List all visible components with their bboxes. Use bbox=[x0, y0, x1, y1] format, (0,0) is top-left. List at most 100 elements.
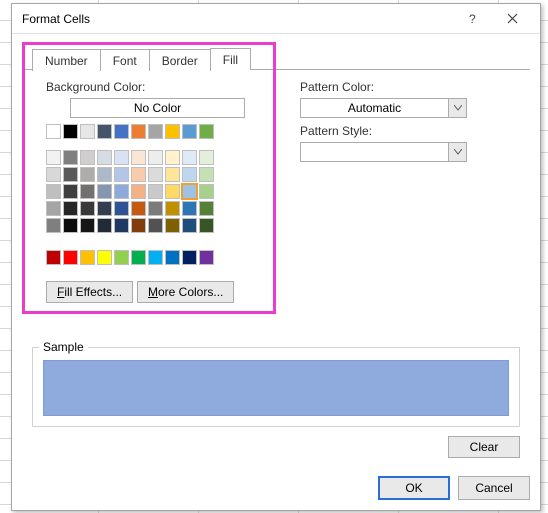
color-swatch[interactable] bbox=[46, 218, 61, 233]
color-swatch[interactable] bbox=[165, 218, 180, 233]
color-swatch[interactable] bbox=[131, 184, 146, 199]
accent-color-row bbox=[46, 250, 214, 265]
color-swatch[interactable] bbox=[114, 150, 129, 165]
theme-color-row bbox=[46, 218, 214, 233]
color-swatch[interactable] bbox=[165, 124, 180, 139]
color-swatch[interactable] bbox=[199, 250, 214, 265]
sample-label: Sample bbox=[39, 340, 88, 354]
color-swatch[interactable] bbox=[80, 124, 95, 139]
color-swatch[interactable] bbox=[182, 167, 197, 182]
color-swatch[interactable] bbox=[97, 250, 112, 265]
titlebar: Format Cells ? bbox=[12, 4, 540, 34]
color-swatch[interactable] bbox=[97, 218, 112, 233]
no-color-button[interactable]: No Color bbox=[70, 98, 245, 118]
color-swatch[interactable] bbox=[182, 250, 197, 265]
tab-fill[interactable]: Fill bbox=[210, 48, 251, 70]
color-swatch[interactable] bbox=[148, 218, 163, 233]
color-swatch[interactable] bbox=[199, 124, 214, 139]
more-colors-button[interactable]: More Colors... bbox=[137, 281, 234, 303]
color-swatch[interactable] bbox=[114, 184, 129, 199]
color-swatch[interactable] bbox=[63, 150, 78, 165]
color-swatch[interactable] bbox=[46, 250, 61, 265]
theme-color-row bbox=[46, 201, 214, 216]
color-swatch[interactable] bbox=[199, 201, 214, 216]
color-swatch[interactable] bbox=[148, 250, 163, 265]
color-swatch[interactable] bbox=[114, 250, 129, 265]
color-swatch[interactable] bbox=[63, 201, 78, 216]
color-swatch[interactable] bbox=[131, 201, 146, 216]
tab-number[interactable]: Number bbox=[32, 49, 101, 71]
help-button[interactable]: ? bbox=[452, 4, 492, 34]
color-swatch[interactable] bbox=[182, 184, 197, 199]
color-swatch[interactable] bbox=[199, 167, 214, 182]
color-swatch[interactable] bbox=[131, 124, 146, 139]
color-swatch[interactable] bbox=[182, 150, 197, 165]
pattern-style-label: Pattern Style: bbox=[300, 124, 372, 138]
color-swatch[interactable] bbox=[199, 150, 214, 165]
pattern-color-dropdown[interactable]: Automatic bbox=[300, 98, 467, 118]
close-button[interactable] bbox=[492, 4, 532, 34]
theme-color-row bbox=[46, 167, 214, 182]
tab-strip: Number Font Border Fill bbox=[32, 48, 250, 70]
color-swatch[interactable] bbox=[165, 201, 180, 216]
color-swatch[interactable] bbox=[63, 167, 78, 182]
color-swatch[interactable] bbox=[63, 250, 78, 265]
color-swatch[interactable] bbox=[63, 124, 78, 139]
chevron-down-icon bbox=[448, 143, 466, 161]
color-swatch[interactable] bbox=[148, 184, 163, 199]
color-swatch[interactable] bbox=[199, 184, 214, 199]
color-swatch[interactable] bbox=[97, 184, 112, 199]
color-swatch[interactable] bbox=[131, 218, 146, 233]
color-swatch[interactable] bbox=[114, 218, 129, 233]
color-swatch[interactable] bbox=[46, 167, 61, 182]
color-swatch[interactable] bbox=[80, 167, 95, 182]
color-swatch[interactable] bbox=[46, 201, 61, 216]
chevron-down-icon bbox=[448, 99, 466, 117]
color-swatch[interactable] bbox=[148, 150, 163, 165]
color-swatch[interactable] bbox=[165, 150, 180, 165]
color-swatch[interactable] bbox=[97, 124, 112, 139]
color-swatch[interactable] bbox=[46, 150, 61, 165]
color-swatch[interactable] bbox=[131, 167, 146, 182]
color-swatch[interactable] bbox=[182, 124, 197, 139]
color-swatch[interactable] bbox=[148, 124, 163, 139]
color-swatch[interactable] bbox=[182, 218, 197, 233]
clear-button[interactable]: Clear bbox=[448, 436, 520, 458]
pattern-style-dropdown[interactable] bbox=[300, 142, 467, 162]
color-swatch[interactable] bbox=[97, 167, 112, 182]
background-color-label: Background Color: bbox=[46, 80, 145, 94]
color-swatch[interactable] bbox=[114, 201, 129, 216]
color-swatch[interactable] bbox=[165, 184, 180, 199]
color-swatch[interactable] bbox=[165, 167, 180, 182]
color-swatch[interactable] bbox=[80, 201, 95, 216]
color-swatch[interactable] bbox=[80, 218, 95, 233]
pattern-color-label: Pattern Color: bbox=[300, 80, 374, 94]
color-swatch[interactable] bbox=[131, 150, 146, 165]
format-cells-dialog: Format Cells ? Number Font Border Fill B… bbox=[11, 3, 541, 511]
color-swatch[interactable] bbox=[114, 167, 129, 182]
tab-border[interactable]: Border bbox=[149, 49, 211, 71]
color-swatch[interactable] bbox=[131, 250, 146, 265]
svg-text:?: ? bbox=[469, 13, 476, 25]
color-swatch[interactable] bbox=[165, 250, 180, 265]
color-swatch[interactable] bbox=[97, 150, 112, 165]
color-swatch[interactable] bbox=[148, 167, 163, 182]
color-swatch[interactable] bbox=[63, 184, 78, 199]
color-swatch[interactable] bbox=[63, 218, 78, 233]
color-swatch[interactable] bbox=[80, 250, 95, 265]
color-swatch[interactable] bbox=[80, 184, 95, 199]
color-swatch[interactable] bbox=[80, 150, 95, 165]
cancel-button[interactable]: Cancel bbox=[458, 476, 530, 500]
color-swatch[interactable] bbox=[46, 124, 61, 139]
color-swatch[interactable] bbox=[199, 218, 214, 233]
tab-font[interactable]: Font bbox=[100, 49, 150, 71]
fill-effects-button[interactable]: Fill Effects... bbox=[46, 281, 133, 303]
color-swatch[interactable] bbox=[148, 201, 163, 216]
color-swatch[interactable] bbox=[97, 201, 112, 216]
standard-color-row bbox=[46, 124, 214, 139]
theme-color-row bbox=[46, 150, 214, 165]
color-swatch[interactable] bbox=[46, 184, 61, 199]
color-swatch[interactable] bbox=[182, 201, 197, 216]
color-swatch[interactable] bbox=[114, 124, 129, 139]
ok-button[interactable]: OK bbox=[378, 476, 450, 500]
